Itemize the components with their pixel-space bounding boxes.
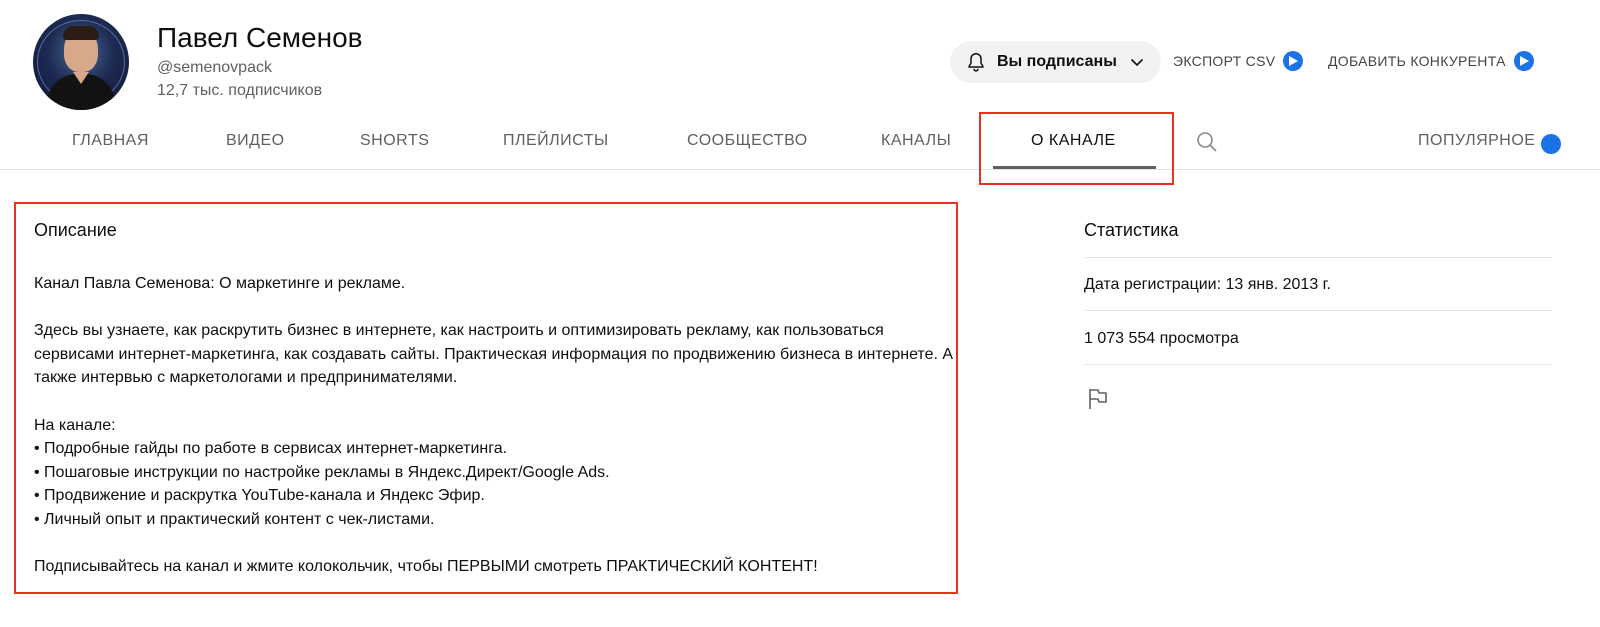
description-title: Описание bbox=[34, 220, 117, 240]
active-tab-indicator bbox=[993, 166, 1156, 169]
export-csv-button[interactable]: ЭКСПОРТ CSV bbox=[1173, 51, 1304, 71]
subscribed-label: Вы подписаны bbox=[997, 53, 1117, 70]
channel-tabs: ГЛАВНАЯ ВИДЕО SHORTS ПЛЕЙЛИСТЫ СООБЩЕСТВ… bbox=[0, 118, 1600, 170]
channel-avatar[interactable] bbox=[33, 14, 129, 110]
chevron-down-icon bbox=[1130, 58, 1143, 67]
tab-playlists[interactable]: ПЛЕЙЛИСТЫ bbox=[503, 132, 609, 150]
extension-badge-icon bbox=[1541, 134, 1561, 154]
description-outro: Подписывайтесь на канал и жмите колоколь… bbox=[34, 558, 818, 576]
search-icon[interactable] bbox=[1195, 130, 1219, 154]
tab-shorts[interactable]: SHORTS bbox=[360, 132, 429, 150]
view-count: 1 073 554 просмотра bbox=[1084, 330, 1239, 347]
tab-about[interactable]: О КАНАЛЕ bbox=[1031, 132, 1116, 150]
stats-views-row: 1 073 554 просмотра bbox=[1084, 310, 1552, 364]
tab-community[interactable]: СООБЩЕСТВО bbox=[687, 132, 808, 150]
subscribed-button[interactable]: Вы подписаны bbox=[950, 41, 1161, 83]
tab-home[interactable]: ГЛАВНАЯ bbox=[72, 132, 149, 150]
add-competitor-button[interactable]: ДОБАВИТЬ КОНКУРЕНТА bbox=[1328, 51, 1534, 71]
tab-videos[interactable]: ВИДЕО bbox=[226, 132, 285, 150]
avatar-hair bbox=[63, 26, 99, 40]
bell-icon bbox=[968, 53, 984, 72]
tab-channels[interactable]: КАНАЛЫ bbox=[881, 132, 951, 150]
export-csv-label: ЭКСПОРТ CSV bbox=[1173, 53, 1276, 69]
description-paragraph: Здесь вы узнаете, как раскрутить бизнес … bbox=[34, 322, 954, 387]
subscriber-count: 12,7 тыс. подписчиков bbox=[157, 82, 323, 99]
channel-handle: @semenovpack bbox=[157, 59, 272, 76]
stats-report-row bbox=[1084, 364, 1552, 414]
list-item: • Пошаговые инструкции по настройке рекл… bbox=[34, 463, 610, 481]
stats-registration-row: Дата регистрации: 13 янв. 2013 г. bbox=[1084, 257, 1552, 310]
description-list-heading: На канале: bbox=[34, 416, 116, 434]
description-intro: Канал Павла Семенова: О маркетинге и рек… bbox=[34, 275, 406, 292]
stats-title: Статистика bbox=[1084, 220, 1179, 240]
flag-icon[interactable] bbox=[1087, 387, 1109, 411]
description-text: Канал Павла Семенова: О маркетинге и рек… bbox=[34, 272, 954, 579]
add-competitor-label: ДОБАВИТЬ КОНКУРЕНТА bbox=[1328, 53, 1506, 69]
list-item: • Личный опыт и практический контент с ч… bbox=[34, 510, 435, 528]
extension-badge-icon bbox=[1283, 51, 1304, 71]
channel-header: Павел Семенов @semenovpack 12,7 тыс. под… bbox=[0, 0, 1600, 118]
extension-badge-icon bbox=[1513, 51, 1534, 71]
list-item: • Подробные гайды по работе в сервисах и… bbox=[34, 440, 508, 458]
registration-date: Дата регистрации: 13 янв. 2013 г. bbox=[1084, 276, 1331, 293]
channel-name: Павел Семенов bbox=[157, 22, 363, 53]
tab-popular[interactable]: ПОПУЛЯРНОЕ bbox=[1418, 132, 1535, 150]
list-item: • Продвижение и раскрутка YouTube-канала… bbox=[34, 487, 485, 505]
